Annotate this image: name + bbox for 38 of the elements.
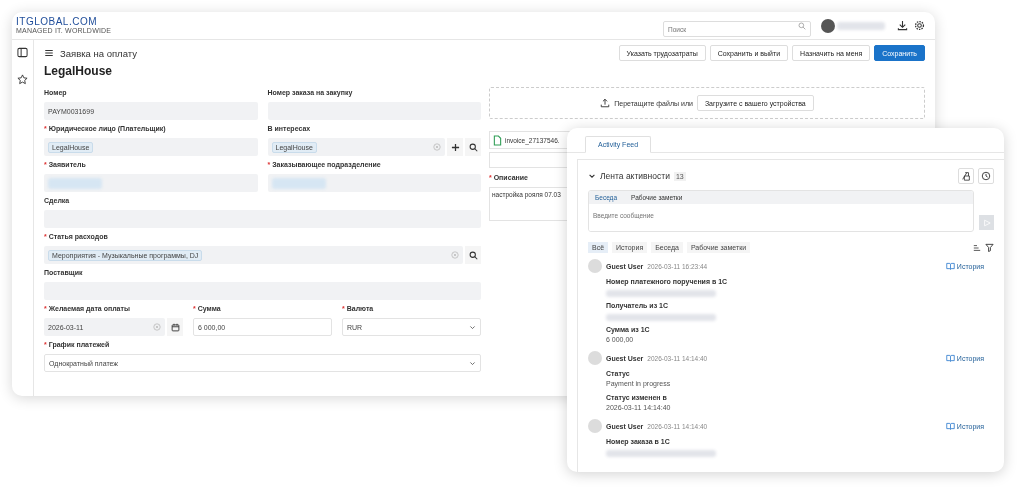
input-field[interactable] — [44, 174, 258, 192]
page-title: Заявка на оплату — [60, 47, 137, 59]
download-icon[interactable] — [897, 20, 908, 31]
send-icon — [982, 218, 991, 227]
file-icon — [493, 134, 502, 146]
record-title: LegalHouse — [44, 64, 113, 78]
avatar — [588, 351, 602, 365]
avatar — [588, 259, 602, 273]
avatar — [588, 419, 602, 433]
clock-icon — [981, 171, 991, 181]
calendar-icon — [170, 322, 180, 332]
star-icon[interactable] — [17, 74, 28, 85]
feed-title: Лента активности — [600, 171, 670, 181]
add-button[interactable] — [447, 138, 463, 156]
search-icon — [798, 21, 806, 30]
chevron-down-icon — [469, 323, 476, 331]
chevron-down-icon — [469, 359, 476, 367]
search-button[interactable] — [465, 246, 481, 264]
export-button[interactable] — [958, 168, 974, 184]
menu-icon[interactable] — [44, 48, 54, 58]
avatar[interactable] — [821, 18, 835, 33]
settings-icon[interactable] — [914, 20, 925, 31]
plus-icon — [450, 142, 460, 152]
book-icon — [945, 354, 955, 362]
sort-icon[interactable] — [973, 243, 981, 252]
upload-icon — [600, 98, 611, 108]
redacted-username — [837, 21, 885, 30]
calendar-button[interactable] — [167, 318, 183, 336]
search-icon — [468, 142, 478, 152]
book-icon — [945, 422, 955, 430]
search-icon — [468, 250, 478, 260]
search-button[interactable] — [465, 138, 481, 156]
filter-icon[interactable] — [985, 243, 994, 252]
book-icon — [945, 262, 955, 270]
history-button[interactable] — [978, 168, 994, 184]
input-field[interactable] — [267, 174, 481, 192]
chevron-icon[interactable] — [588, 172, 596, 180]
sidebar-toggle-icon[interactable] — [17, 47, 28, 58]
